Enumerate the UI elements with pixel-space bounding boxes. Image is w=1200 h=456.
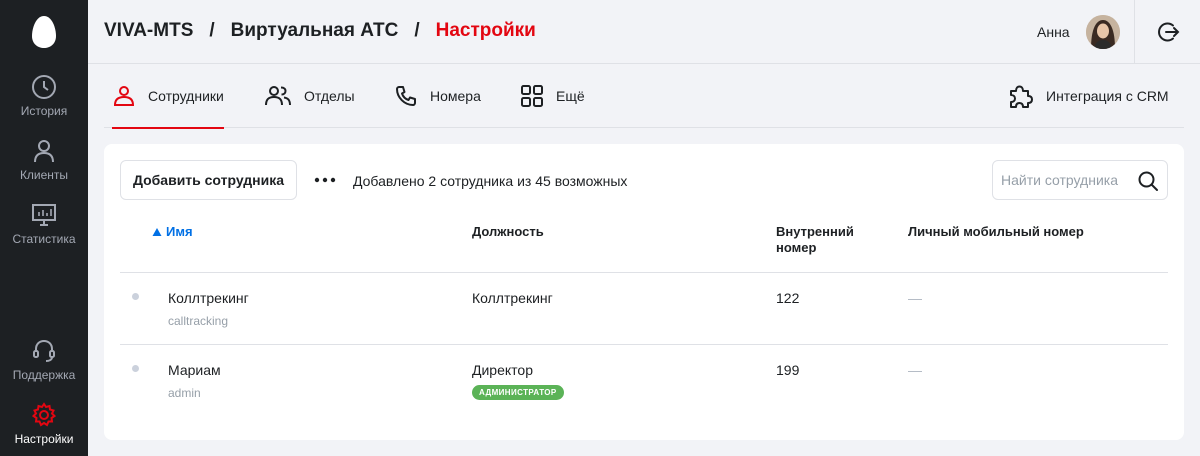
tab-crm-integration[interactable]: Интеграция с CRM (1008, 64, 1169, 128)
breadcrumb: VIVA-MTS / Виртуальная АТС / Настройки (104, 20, 536, 42)
header-divider (1134, 0, 1135, 64)
puzzle-icon (1010, 85, 1033, 108)
column-header-extension: Внутренний номер (776, 224, 854, 256)
admin-badge: АДМИНИСТРАТОР (472, 385, 564, 400)
column-header-name[interactable]: Имя (152, 224, 193, 240)
monitor-chart-icon (32, 204, 56, 226)
tab-label: Номера (430, 88, 481, 104)
breadcrumb-current: Настройки (435, 20, 536, 41)
table-row[interactable]: Мариам admin Директор АДМИНИСТРАТОР 199 … (120, 345, 1168, 417)
sidebar-item-history[interactable]: История (0, 74, 88, 134)
mts-egg-logo[interactable] (30, 14, 58, 50)
sidebar-item-clients[interactable]: Клиенты (0, 138, 88, 198)
phone-icon (396, 86, 416, 106)
header: VIVA-MTS / Виртуальная АТС / Настройки А… (88, 0, 1200, 64)
tab-numbers[interactable]: Номера (394, 64, 481, 128)
people-icon (265, 86, 291, 106)
tab-label: Ещё (556, 88, 585, 104)
table-row[interactable]: Коллтрекинг calltracking Коллтрекинг 122… (120, 273, 1168, 345)
employee-login: calltracking (168, 314, 229, 328)
sidebar-item-settings[interactable]: Настройки (0, 402, 88, 456)
logout-icon[interactable] (1156, 20, 1180, 44)
gear-icon (31, 402, 57, 427)
avatar-image (1086, 15, 1120, 49)
tab-departments[interactable]: Отделы (264, 64, 355, 128)
breadcrumb-separator: / (209, 20, 215, 41)
column-header-position: Должность (472, 224, 544, 239)
sidebar-item-label: Статистика (12, 232, 76, 246)
tab-more[interactable]: Ещё (520, 64, 585, 128)
employees-count-text: Добавлено 2 сотрудника из 45 возможных (353, 173, 628, 189)
status-dot (132, 293, 139, 300)
employee-name: Коллтрекинг (168, 290, 249, 306)
sidebar: История Клиенты Статистика Поддержка Нас… (0, 0, 88, 456)
person-icon (34, 140, 54, 163)
sidebar-item-statistics[interactable]: Статистика (0, 202, 88, 262)
employee-extension: 199 (776, 362, 800, 378)
sort-ascending-icon (152, 228, 162, 236)
employee-extension: 122 (776, 290, 800, 306)
employee-position: Коллтрекинг (472, 290, 553, 306)
employee-mobile: — (908, 362, 922, 378)
sidebar-item-label: Настройки (14, 432, 74, 446)
breadcrumb-separator: / (414, 20, 420, 41)
column-header-label: номер (776, 240, 817, 255)
breadcrumb-company[interactable]: VIVA-MTS (104, 20, 193, 42)
sidebar-item-support[interactable]: Поддержка (0, 338, 88, 398)
search-icon[interactable] (1137, 170, 1159, 192)
tab-label: Сотрудники (148, 88, 224, 104)
tab-label: Отделы (304, 88, 355, 104)
search-box (992, 160, 1168, 200)
employees-card: Добавить сотрудника Добавлено 2 сотрудни… (104, 144, 1184, 440)
user-name[interactable]: Анна (1037, 24, 1070, 40)
headset-icon (33, 339, 55, 362)
column-header-mobile: Личный мобильный номер (908, 224, 1084, 239)
tab-employees[interactable]: Сотрудники (112, 64, 224, 129)
breadcrumb-service[interactable]: Виртуальная АТС (231, 20, 399, 42)
status-dot (132, 365, 139, 372)
sidebar-item-label: Поддержка (12, 368, 76, 382)
grid-icon (521, 85, 543, 107)
add-employee-button[interactable]: Добавить сотрудника (120, 160, 297, 200)
employee-login: admin (168, 386, 201, 400)
employee-mobile: — (908, 290, 922, 306)
tab-bar: Сотрудники Отделы Номера Ещё Интеграция … (104, 64, 1184, 129)
clock-icon (32, 75, 56, 99)
more-dots-icon[interactable] (314, 172, 336, 188)
sidebar-item-label: История (20, 104, 68, 118)
employee-name: Мариам (168, 362, 221, 378)
search-input[interactable] (993, 161, 1133, 199)
avatar[interactable] (1086, 15, 1120, 49)
employee-position: Директор (472, 362, 533, 378)
employee-icon (113, 86, 135, 106)
column-header-label: Имя (166, 224, 193, 239)
column-header-label: Внутренний (776, 224, 854, 239)
sidebar-item-label: Клиенты (19, 168, 69, 182)
tab-label: Интеграция с CRM (1046, 88, 1169, 104)
